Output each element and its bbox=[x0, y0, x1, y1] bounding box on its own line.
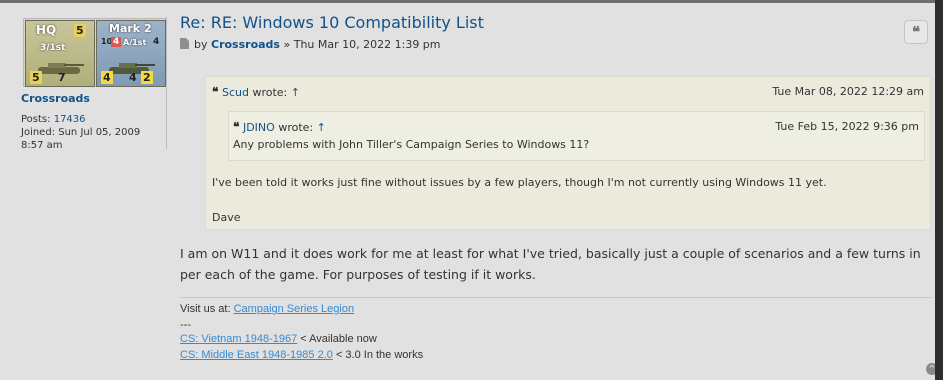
quote-date: Tue Feb 15, 2022 9:36 pm bbox=[775, 120, 919, 133]
quote-text: Any problems with John Tiller's Campaign… bbox=[233, 138, 590, 151]
quote-button[interactable]: ❝ bbox=[904, 20, 928, 44]
counter-value: 5 bbox=[30, 71, 42, 84]
avatar-counter-hq: HQ 5 3/1st 5 7 bbox=[25, 20, 95, 87]
avatar[interactable]: HQ 5 3/1st 5 7 Mark 2 10 4 A/1st 4 4 4 2 bbox=[23, 18, 166, 87]
counter-label: HQ bbox=[36, 23, 57, 37]
quote-author-link[interactable]: JDINO bbox=[243, 121, 275, 134]
signature-link-middle-east[interactable]: CS: Middle East 1948-1985 2.0 bbox=[180, 349, 333, 361]
page-scrollbar[interactable] bbox=[935, 0, 943, 380]
counter-value: 4 bbox=[101, 71, 113, 84]
counter-value: 4 bbox=[153, 37, 160, 47]
post-date: Thu Mar 10, 2022 1:39 pm bbox=[293, 38, 441, 51]
profile-posts: Posts: 17436 bbox=[21, 114, 86, 125]
quote-text: I've been told it works just fine withou… bbox=[212, 176, 827, 189]
profile-posts-count[interactable]: 17436 bbox=[54, 114, 86, 125]
quote-source-arrow-icon[interactable]: ↑ bbox=[291, 86, 300, 99]
profile-joined: Joined: Sun Jul 05, 2009 8:57 am bbox=[21, 127, 141, 151]
blockquote-inner: ❝ JDINO wrote: ↑ Tue Feb 15, 2022 9:36 p… bbox=[228, 111, 925, 161]
quote-source-arrow-icon[interactable]: ↑ bbox=[317, 121, 326, 134]
counter-value: 5 bbox=[74, 24, 86, 37]
counter-value: 2 bbox=[141, 71, 153, 84]
post-container: HQ 5 3/1st 5 7 Mark 2 10 4 A/1st 4 4 4 2… bbox=[0, 0, 938, 380]
quote-author-link[interactable]: Scud bbox=[222, 86, 249, 99]
avatar-counter-mark2: Mark 2 10 4 A/1st 4 4 4 2 bbox=[96, 20, 166, 87]
counter-unit: A/1st bbox=[123, 38, 147, 47]
signature-line: CS: Vietnam 1948-1967 < Available now bbox=[180, 333, 377, 345]
blockquote-outer: ❝ Scud wrote: ↑ Tue Mar 08, 2022 12:29 a… bbox=[205, 76, 931, 230]
post-author[interactable]: Crossroads bbox=[211, 38, 280, 51]
counter-value: 4 bbox=[129, 71, 137, 84]
signature-link-vietnam[interactable]: CS: Vietnam 1948-1967 bbox=[180, 333, 297, 345]
profile-stats: Posts: 17436 Joined: Sun Jul 05, 2009 8:… bbox=[21, 113, 141, 152]
quote-text: Dave bbox=[212, 211, 241, 224]
signature-visit: Visit us at: Campaign Series Legion bbox=[180, 303, 355, 315]
quote-mark-icon: ❝ bbox=[233, 120, 240, 134]
counter-label: Mark 2 bbox=[109, 22, 152, 35]
post-title[interactable]: Re: RE: Windows 10 Compatibility List bbox=[180, 13, 484, 32]
quote-header: ❝ JDINO wrote: ↑ bbox=[233, 120, 326, 134]
post-icon[interactable] bbox=[180, 38, 189, 49]
counter-unit: 3/1st bbox=[40, 43, 66, 53]
signature-link-legion[interactable]: Campaign Series Legion bbox=[234, 303, 354, 315]
quote-icon: ❝ bbox=[911, 23, 921, 41]
signature-divider bbox=[180, 297, 932, 298]
quote-header: ❝ Scud wrote: ↑ bbox=[212, 85, 300, 99]
quote-mark-icon: ❝ bbox=[212, 85, 219, 99]
post-meta: by Crossroads » Thu Mar 10, 2022 1:39 pm bbox=[180, 38, 441, 51]
profile-divider bbox=[166, 17, 167, 149]
quote-date: Tue Mar 08, 2022 12:29 am bbox=[772, 85, 924, 98]
post-content: I am on W11 and it does work for me at l… bbox=[180, 246, 921, 282]
signature-line: CS: Middle East 1948-1985 2.0 < 3.0 In t… bbox=[180, 349, 424, 361]
counter-value: 7 bbox=[58, 71, 66, 84]
counter-value: 4 bbox=[111, 37, 122, 47]
signature-dashes: --- bbox=[180, 319, 191, 331]
profile-username[interactable]: Crossroads bbox=[21, 92, 90, 105]
